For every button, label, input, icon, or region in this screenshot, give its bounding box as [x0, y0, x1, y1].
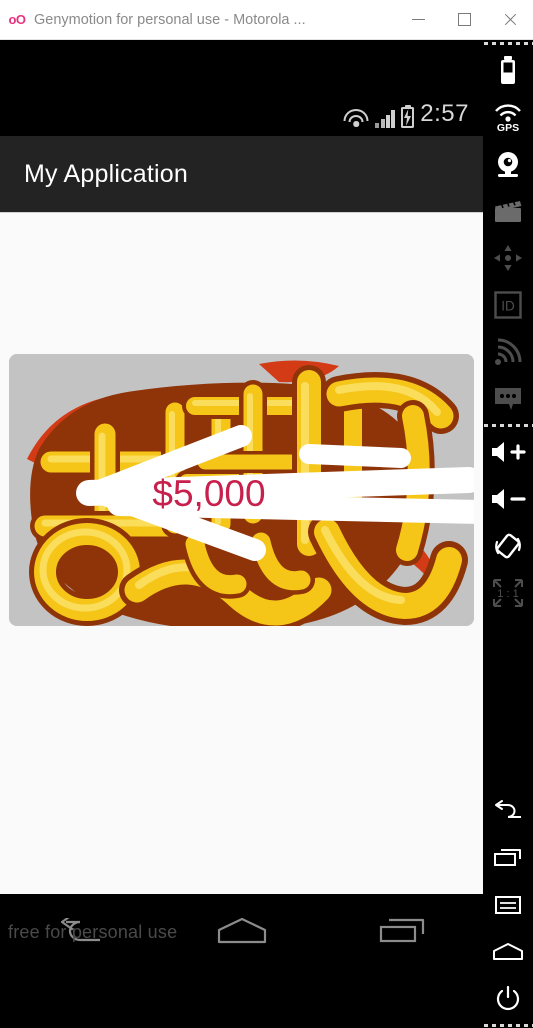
svg-text:1 : 1: 1 : 1	[497, 588, 518, 600]
nav-recents-button-rail[interactable]	[483, 834, 533, 881]
identifiers-button[interactable]: ID	[483, 281, 533, 328]
camera-widget-button[interactable]	[483, 140, 533, 187]
wifi-icon	[343, 109, 369, 128]
scale-one-to-one-button[interactable]: 1 : 1	[483, 569, 533, 616]
power-button[interactable]	[483, 975, 533, 1022]
home-pentagon-icon	[217, 917, 266, 944]
window-controls	[395, 0, 533, 40]
volume-up-button[interactable]	[483, 428, 533, 475]
clapperboard-icon	[495, 199, 522, 222]
network-signal-icon	[495, 338, 522, 365]
back-arrow-icon	[60, 918, 100, 942]
korean-text-artwork-card[interactable]: $5,000	[9, 354, 474, 626]
id-icon: ID	[494, 290, 522, 319]
dpad-button[interactable]	[483, 234, 533, 281]
genymotion-toolbar: GPS ID 1: 1	[483, 40, 533, 1028]
nav-home-button-rail[interactable]	[483, 928, 533, 975]
maximize-button[interactable]	[441, 0, 487, 40]
genymotion-window: oO Genymotion for personal use - Motorol…	[0, 0, 533, 1028]
nav-menu-button-rail[interactable]	[483, 881, 533, 928]
dpad-icon	[494, 244, 522, 271]
artwork-svg: $5,000	[9, 354, 474, 626]
close-button[interactable]	[487, 0, 533, 40]
minimize-button[interactable]	[395, 0, 441, 40]
network-button[interactable]	[483, 328, 533, 375]
volume-down-button[interactable]	[483, 475, 533, 522]
nav-back-button-rail[interactable]	[483, 787, 533, 834]
app-title: My Application	[24, 159, 188, 188]
close-icon	[503, 13, 517, 27]
volume-up-icon	[492, 441, 526, 462]
app-action-bar: My Application	[0, 136, 483, 212]
volume-down-icon	[492, 488, 526, 509]
back-arrow-icon	[495, 799, 521, 818]
annotation-amount-text: $5,000	[152, 473, 265, 514]
recents-rectangles-icon	[494, 848, 521, 866]
nav-back-button[interactable]	[33, 906, 129, 956]
window-title: Genymotion for personal use - Motorola .…	[34, 11, 306, 28]
battery-charging-icon	[401, 107, 415, 128]
power-icon	[496, 985, 520, 1010]
android-status-bar: 2:57	[0, 40, 483, 136]
scale-1-1-icon: 1 : 1	[493, 578, 523, 607]
rotate-screen-icon	[495, 533, 521, 558]
nav-recents-button[interactable]	[355, 906, 451, 956]
emulator-screen[interactable]: 2:57 My Application $5,000 free for pers…	[0, 40, 483, 1028]
webcam-icon	[498, 151, 518, 177]
android-nav-bar: free for personal use	[0, 894, 483, 1027]
menu-icon	[495, 895, 521, 914]
gps-widget-button[interactable]: GPS	[483, 93, 533, 140]
home-pentagon-icon	[493, 942, 523, 960]
genymotion-logo-icon: oO	[8, 12, 26, 27]
screencast-button[interactable]	[483, 187, 533, 234]
toolbar-drag-handle-bottom[interactable]	[483, 1022, 533, 1028]
svg-text:ID: ID	[501, 298, 515, 313]
gps-icon: GPS	[495, 103, 521, 133]
maximize-icon	[457, 13, 471, 26]
status-bar-clock: 2:57	[420, 100, 469, 127]
chat-bubble-icon	[495, 387, 521, 410]
svg-text:GPS: GPS	[497, 122, 519, 133]
rotate-button[interactable]	[483, 522, 533, 569]
recents-rectangles-icon	[379, 918, 424, 943]
app-content-area: $5,000	[0, 212, 483, 894]
phone-sms-button[interactable]	[483, 375, 533, 422]
battery-widget-button[interactable]	[483, 46, 533, 93]
nav-home-button[interactable]	[194, 906, 290, 956]
battery-icon	[501, 55, 515, 84]
minimize-icon	[411, 19, 425, 20]
window-titlebar: oO Genymotion for personal use - Motorol…	[0, 0, 533, 40]
cellular-signal-icon	[375, 109, 396, 128]
